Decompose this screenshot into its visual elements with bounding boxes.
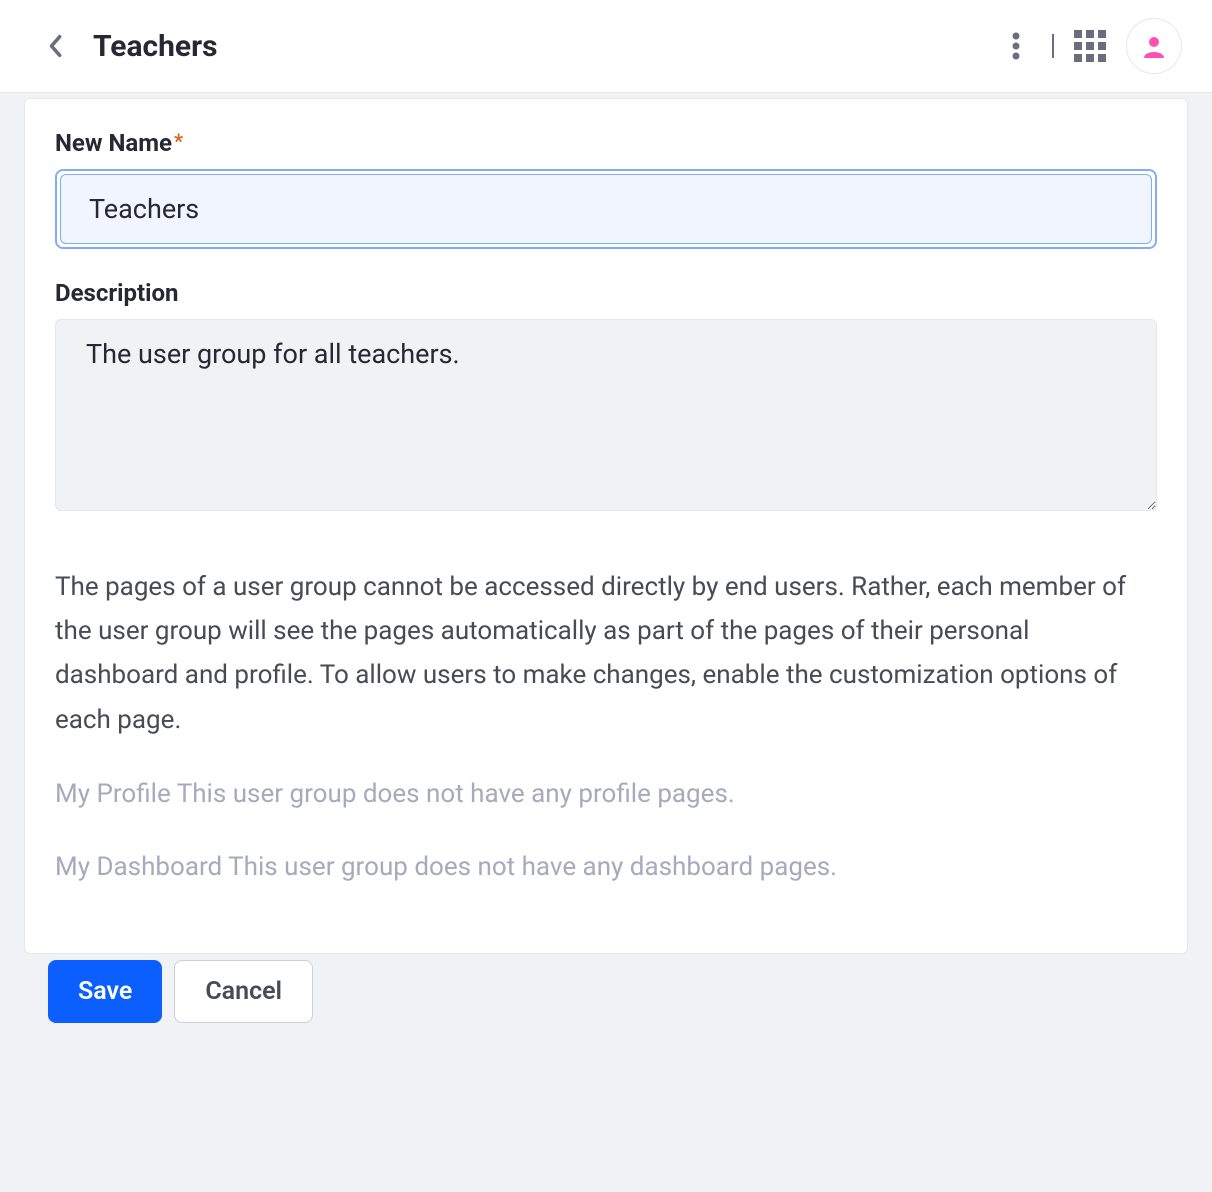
name-label-text: New Name <box>55 129 172 157</box>
name-input-focus-ring <box>55 169 1157 249</box>
page-header: Teachers <box>0 0 1212 93</box>
apps-grid-button[interactable] <box>1072 28 1108 64</box>
name-label: New Name* <box>55 129 1157 157</box>
content-wrapper: New Name* Description The user group for… <box>0 93 1212 1023</box>
info-paragraph: The pages of a user group cannot be acce… <box>55 565 1157 742</box>
required-asterisk: * <box>174 129 183 153</box>
user-avatar[interactable] <box>1126 18 1182 74</box>
description-textarea[interactable]: The user group for all teachers. <box>55 319 1157 511</box>
profile-empty-message: My Profile This user group does not have… <box>55 774 1157 816</box>
footer-actions: Save Cancel <box>24 954 1188 1023</box>
description-field-group: Description The user group for all teach… <box>55 279 1157 515</box>
chevron-left-icon <box>48 34 62 58</box>
more-options-button[interactable] <box>998 28 1034 64</box>
apps-grid-icon <box>1074 30 1106 62</box>
description-label: Description <box>55 279 1157 307</box>
save-button[interactable]: Save <box>48 960 162 1023</box>
form-card: New Name* Description The user group for… <box>24 98 1188 954</box>
header-divider <box>1052 34 1054 58</box>
header-left: Teachers <box>45 29 218 64</box>
page-title: Teachers <box>93 29 218 64</box>
user-icon <box>1142 34 1166 58</box>
back-button[interactable] <box>45 32 65 60</box>
name-field-group: New Name* <box>55 129 1157 249</box>
cancel-button[interactable]: Cancel <box>174 960 313 1023</box>
header-right <box>998 18 1182 74</box>
name-input[interactable] <box>60 174 1152 244</box>
dashboard-empty-message: My Dashboard This user group does not ha… <box>55 847 1157 889</box>
vertical-dots-icon <box>1012 32 1020 60</box>
